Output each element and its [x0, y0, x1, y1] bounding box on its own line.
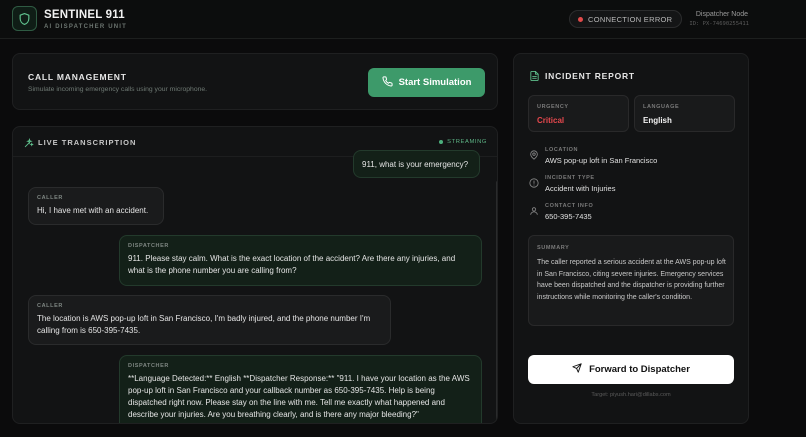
streaming-dot-icon	[439, 140, 444, 144]
summary-box: SUMMARY The caller reported a serious ac…	[528, 235, 734, 326]
language-value: English	[643, 116, 672, 125]
app-title: SENTINEL 911	[44, 9, 125, 21]
forward-to-dispatcher-button[interactable]: Forward to Dispatcher	[528, 355, 734, 384]
message-text: 911. Please stay calm. What is the exact…	[128, 254, 456, 275]
summary-text: The caller reported a serious accident a…	[537, 259, 726, 301]
summary-label: SUMMARY	[537, 245, 570, 251]
target-email: Target: piyush.hari@dillabs.com	[591, 392, 671, 398]
forward-button-label: Forward to Dispatcher	[589, 364, 690, 375]
streaming-status: STREAMING	[439, 139, 487, 145]
list-item: CALLER The location is AWS pop-up loft i…	[28, 295, 391, 345]
speaker-label: DISPATCHER	[128, 363, 169, 369]
message-text: 911, what is your emergency?	[362, 160, 469, 169]
start-simulation-button[interactable]: Start Simulation	[368, 68, 485, 97]
incident-report-panel: INCIDENT REPORT URGENCY Critical LANGUAG…	[513, 53, 749, 424]
shield-logo-icon	[12, 6, 37, 31]
speaker-label: DISPATCHER	[128, 243, 169, 249]
language-label: LANGUAGE	[643, 104, 680, 110]
node-label: Dispatcher Node	[695, 11, 748, 18]
app-subtitle: AI DISPATCHER UNIT	[44, 24, 128, 30]
user-icon	[529, 203, 539, 221]
transcription-scrollbar[interactable]	[496, 181, 497, 423]
urgency-value: Critical	[537, 116, 565, 125]
list-item: DISPATCHER **Language Detected:** Englis…	[119, 355, 482, 423]
message-text: **Language Detected:** English **Dispatc…	[128, 374, 470, 419]
phone-icon	[382, 75, 393, 90]
call-management-panel: CALL MANAGEMENT Simulate incoming emerge…	[12, 53, 498, 110]
map-pin-icon	[529, 147, 539, 165]
node-id: ID: PX-74690255411	[689, 21, 749, 27]
document-icon	[529, 69, 540, 87]
contact-label: CONTACT INFO	[545, 203, 594, 209]
start-simulation-label: Start Simulation	[398, 77, 472, 88]
live-transcription-panel: LIVE TRANSCRIPTION STREAMING 911, what i…	[12, 126, 498, 424]
transcription-title: LIVE TRANSCRIPTION	[38, 138, 137, 147]
contact-value: 650-395-7435	[545, 212, 592, 221]
urgency-label: URGENCY	[537, 104, 569, 110]
app-header: SENTINEL 911 AI DISPATCHER UNIT CONNECTI…	[0, 0, 806, 39]
incident-report-title: INCIDENT REPORT	[545, 71, 635, 81]
send-icon	[572, 363, 582, 376]
alert-circle-icon	[529, 175, 539, 193]
incident-type-value: Accident with Injuries	[545, 184, 616, 193]
message-text: The location is AWS pop-up loft in San F…	[37, 314, 371, 335]
incident-type-label: INCIDENT TYPE	[545, 175, 595, 181]
list-item: 911, what is your emergency?	[353, 150, 480, 178]
call-management-subtitle: Simulate incoming emergency calls using …	[28, 86, 208, 93]
speaker-label: CALLER	[37, 303, 63, 309]
list-item: CALLER Hi, I have met with an accident.	[28, 187, 164, 225]
speaker-label: CALLER	[37, 195, 63, 201]
call-management-title: CALL MANAGEMENT	[28, 72, 127, 82]
streaming-label: STREAMING	[447, 139, 487, 145]
urgency-box: URGENCY Critical	[528, 95, 629, 132]
status-dot-icon	[578, 16, 583, 22]
sparkle-icon	[23, 136, 34, 154]
connection-status-badge: CONNECTION ERROR	[569, 10, 683, 28]
list-item: DISPATCHER 911. Please stay calm. What i…	[119, 235, 482, 286]
message-text: Hi, I have met with an accident.	[37, 206, 149, 215]
location-value: AWS pop-up loft in San Francisco	[545, 156, 658, 165]
location-label: LOCATION	[545, 147, 579, 153]
connection-status-text: CONNECTION ERROR	[588, 14, 673, 24]
language-box: LANGUAGE English	[634, 95, 735, 132]
